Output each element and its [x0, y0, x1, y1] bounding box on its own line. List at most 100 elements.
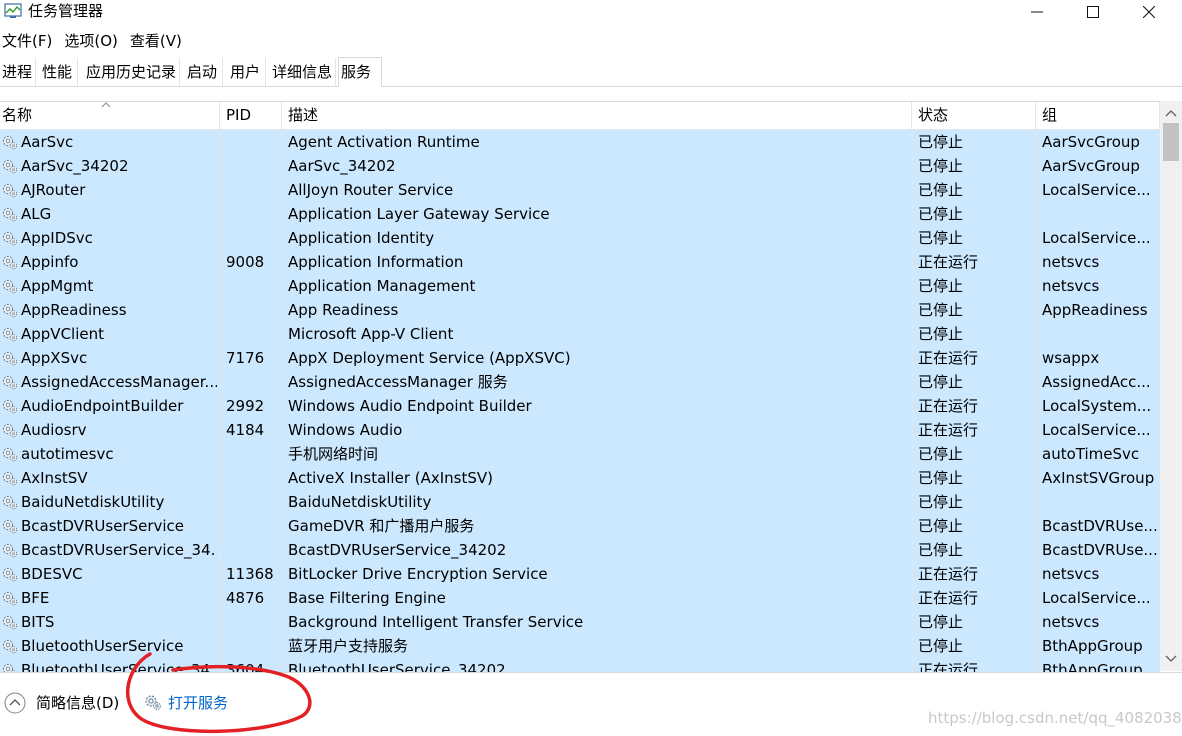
fewer-details-link[interactable]: 简略信息(D) [36, 693, 119, 713]
service-name: BluetoothUserService [21, 637, 184, 655]
service-name: AudioEndpointBuilder [21, 397, 184, 415]
service-status: 已停止 [918, 301, 964, 319]
table-row[interactable]: BluetoothUserService_34... 3604 BluetoothU… [0, 658, 1160, 672]
tab-startup[interactable]: 启动 [185, 58, 223, 86]
table-row[interactable]: AppMgmt Application Management 已停止 netsvcs [0, 274, 1160, 298]
service-name: BcastDVRUserService [21, 517, 185, 535]
column-header-name[interactable]: 名称 [0, 102, 220, 129]
services-gear-icon[interactable] [143, 692, 163, 712]
tab-services[interactable]: 服务 [338, 57, 382, 87]
table-row[interactable]: BITS Background Intelligent Transfer Serv… [0, 610, 1160, 634]
service-group: netsvcs [1042, 277, 1100, 295]
service-gear-icon [1, 229, 19, 247]
service-group: BthAppGroup [1042, 661, 1143, 672]
table-row[interactable]: AJRouter AllJoyn Router Service 已停止 LocalSe… [0, 178, 1160, 202]
table-row[interactable]: AarSvc Agent Activation Runtime 已停止 AarSvcG… [0, 130, 1160, 154]
service-group: AarSvcGroup [1042, 133, 1140, 151]
service-name: BDESVC [21, 565, 83, 583]
service-status: 已停止 [918, 493, 964, 511]
column-header-group[interactable]: 组 [1036, 102, 1160, 129]
table-row[interactable]: Audiosrv 4184 Windows Audio 正在运行 LocalServic… [0, 418, 1160, 442]
service-description: Base Filtering Engine [288, 589, 446, 607]
tab-users[interactable]: 用户 [228, 58, 266, 86]
service-description: BcastDVRUserService_34202 [288, 541, 507, 559]
tab-performance[interactable]: 性能 [40, 58, 78, 86]
service-status: 正在运行 [918, 253, 979, 271]
table-row[interactable]: autotimesvc 手机网络时间 已停止 autoTimeSvc [0, 442, 1160, 466]
close-icon [1143, 6, 1155, 18]
service-pid [226, 130, 280, 154]
service-group: BcastDVRUse... [1042, 541, 1158, 559]
services-table: 名称 PID 描述 状态 组 AarSvc Agent Activation Ru… [0, 101, 1182, 672]
service-name: AppReadiness [21, 301, 127, 319]
table-row[interactable]: ALG Application Layer Gateway Service 已停止 [0, 202, 1160, 226]
service-name: AssignedAccessManager... [21, 373, 217, 391]
service-pid [226, 202, 280, 226]
service-pid [226, 370, 280, 394]
service-status: 正在运行 [918, 349, 979, 367]
collapse-chevron-icon[interactable] [4, 692, 26, 714]
service-pid [226, 610, 280, 634]
maximize-button[interactable] [1065, 0, 1121, 24]
table-row[interactable]: BFE 4876 Base Filtering Engine 正在运行 LocalSer… [0, 586, 1160, 610]
minimize-button[interactable] [1009, 0, 1065, 24]
table-row[interactable]: AudioEndpointBuilder 2992 Windows Audio En… [0, 394, 1160, 418]
table-row[interactable]: BcastDVRUserService_34... BcastDVRUserSer… [0, 538, 1160, 562]
service-description: Application Management [288, 277, 476, 295]
service-group [1042, 322, 1158, 346]
service-pid: 7176 [226, 349, 265, 367]
service-pid [226, 514, 280, 538]
tab-details[interactable]: 详细信息 [270, 58, 336, 86]
service-status: 正在运行 [918, 589, 979, 607]
service-group [1042, 490, 1158, 514]
service-name: BcastDVRUserService_34... [21, 541, 217, 559]
column-header-status[interactable]: 状态 [912, 102, 1036, 129]
table-row[interactable]: BcastDVRUserService GameDVR 和广播用户服务 已停止 Bca… [0, 514, 1160, 538]
scroll-down-arrow-icon[interactable] [1163, 653, 1179, 665]
service-pid: 4876 [226, 589, 265, 607]
table-row[interactable]: BluetoothUserService 蓝牙用户支持服务 已停止 BthAppGro… [0, 634, 1160, 658]
service-group: AarSvcGroup [1042, 157, 1140, 175]
column-header-description[interactable]: 描述 [282, 102, 912, 129]
service-group: AssignedAcc... [1042, 373, 1151, 391]
tab-app-history[interactable]: 应用历史记录 [84, 58, 180, 86]
table-row[interactable]: AppVClient Microsoft App-V Client 已停止 [0, 322, 1160, 346]
tab-processes[interactable]: 进程 [0, 58, 36, 86]
table-row[interactable]: Appinfo 9008 Application Information 正在运行 ne… [0, 250, 1160, 274]
table-row[interactable]: AssignedAccessManager... AssignedAccessMa… [0, 370, 1160, 394]
service-name: ALG [21, 205, 52, 223]
service-name: BluetoothUserService_34... [21, 661, 217, 672]
menu-file[interactable]: 文件(F) [0, 30, 54, 52]
close-button[interactable] [1121, 0, 1177, 24]
service-name: AarSvc_34202 [21, 157, 129, 175]
service-pid: 11368 [226, 565, 274, 583]
service-group: LocalService... [1042, 421, 1151, 439]
service-group: autoTimeSvc [1042, 445, 1140, 463]
scroll-up-arrow-icon[interactable] [1163, 107, 1179, 119]
scrollbar-thumb[interactable] [1163, 123, 1179, 161]
menu-view[interactable]: 查看(V) [128, 30, 184, 52]
table-row[interactable]: BaiduNetdiskUtility BaiduNetdiskUtility 已停… [0, 490, 1160, 514]
service-status: 正在运行 [918, 421, 979, 439]
service-pid [226, 178, 280, 202]
table-row[interactable]: AxInstSV ActiveX Installer (AxInstSV) 已停止 A… [0, 466, 1160, 490]
service-pid [226, 490, 280, 514]
table-row[interactable]: AppReadiness App Readiness 已停止 AppReadiness [0, 298, 1160, 322]
service-status: 已停止 [918, 229, 964, 247]
column-header-pid[interactable]: PID [220, 102, 282, 129]
vertical-scrollbar[interactable] [1160, 101, 1182, 671]
service-group: BcastDVRUse... [1042, 517, 1158, 535]
open-services-link[interactable]: 打开服务 [168, 693, 228, 713]
menu-options[interactable]: 选项(O) [62, 30, 120, 52]
service-description: Windows Audio [288, 421, 403, 439]
service-gear-icon [1, 373, 19, 391]
table-row[interactable]: AarSvc_34202 AarSvc_34202 已停止 AarSvcGroup [0, 154, 1160, 178]
service-description: Application Information [288, 253, 464, 271]
table-row[interactable]: AppXSvc 7176 AppX Deployment Service (AppX… [0, 346, 1160, 370]
table-row[interactable]: BDESVC 11368 BitLocker Drive Encryption Se… [0, 562, 1160, 586]
service-group: wsappx [1042, 349, 1100, 367]
service-description: App Readiness [288, 301, 399, 319]
table-row[interactable]: AppIDSvc Application Identity 已停止 LocalServ… [0, 226, 1160, 250]
service-description: GameDVR 和广播用户服务 [288, 517, 475, 535]
service-name: BaiduNetdiskUtility [21, 493, 165, 511]
